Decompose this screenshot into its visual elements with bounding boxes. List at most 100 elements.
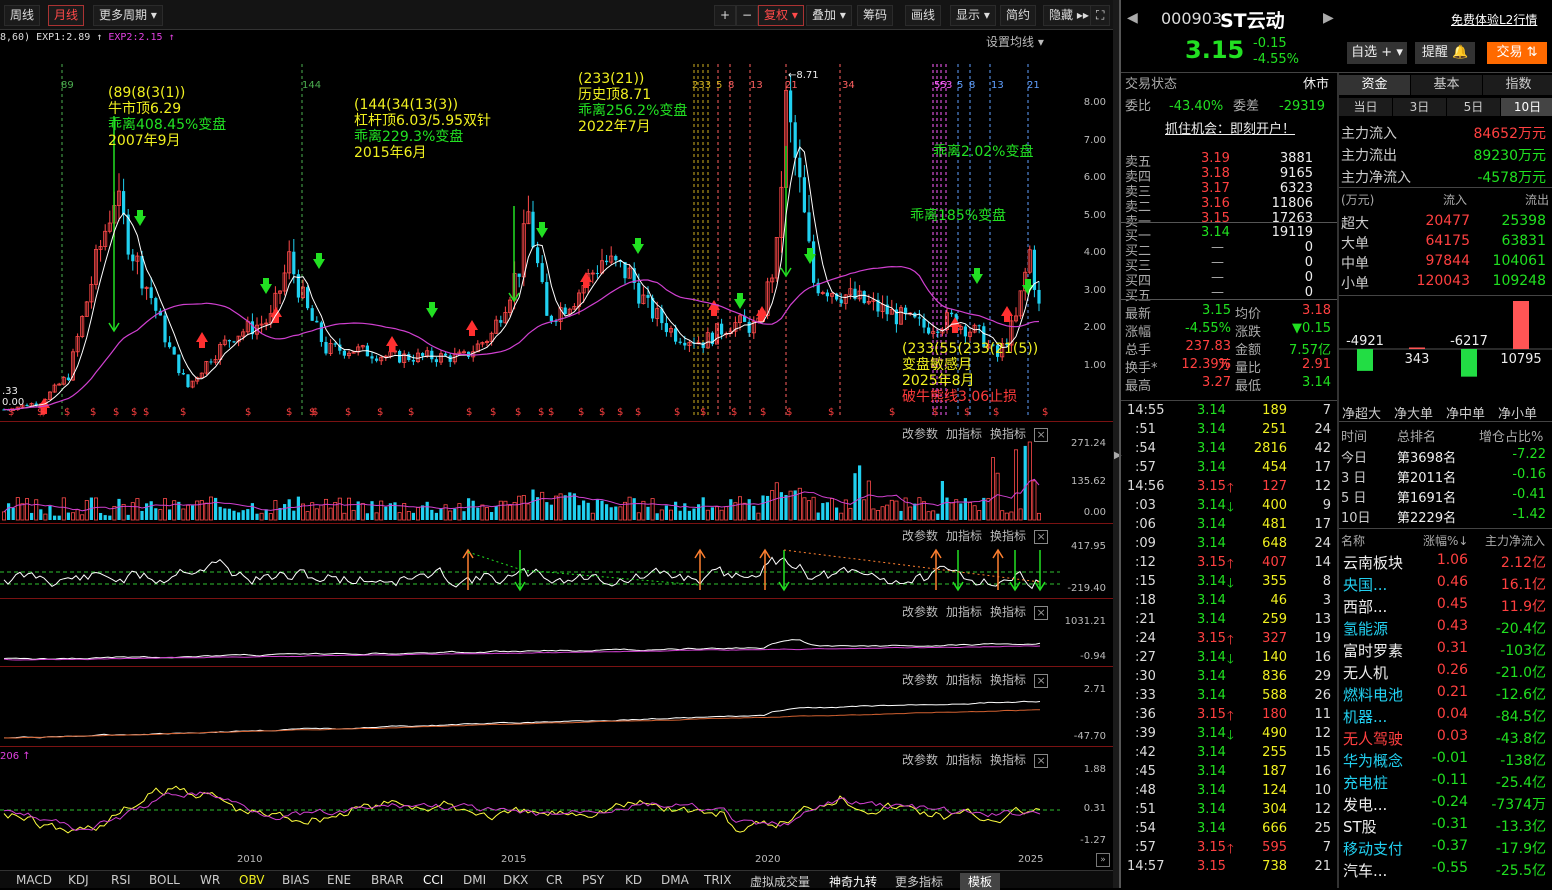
candle-body bbox=[563, 307, 567, 314]
zoom-in-button[interactable]: + bbox=[714, 5, 737, 26]
next-stock-icon[interactable]: ▶ bbox=[1323, 10, 1334, 26]
fullscreen-icon[interactable]: ⛶ bbox=[1090, 5, 1111, 26]
sector-name[interactable]: 发电... bbox=[1343, 794, 1387, 815]
signal-dollar-icon: $ bbox=[8, 407, 14, 418]
period-10d[interactable]: 10日 bbox=[1501, 98, 1552, 116]
sector-name[interactable]: 充电桩 bbox=[1343, 772, 1388, 793]
display-dropdown[interactable]: 显示 ▾ bbox=[950, 5, 996, 26]
sector-name[interactable]: 西部... bbox=[1343, 596, 1387, 617]
tab-funds[interactable]: 资金 bbox=[1339, 75, 1410, 95]
tab-psy[interactable]: PSY bbox=[582, 873, 604, 887]
volume-bar bbox=[590, 512, 595, 521]
tab-cci[interactable]: CCI bbox=[423, 873, 443, 887]
tick-time: :18 bbox=[1135, 593, 1156, 608]
sector-pct: -0.01 bbox=[1431, 750, 1468, 766]
tick-volume: 140 bbox=[1262, 650, 1287, 665]
sector-flow: -12.6亿 bbox=[1495, 687, 1546, 703]
tab-cr[interactable]: CR bbox=[546, 873, 563, 887]
tab-more-indicators[interactable]: 更多指标 bbox=[895, 873, 943, 890]
tab-magic-nine[interactable]: 神奇九转 bbox=[829, 873, 877, 890]
sector-name[interactable]: 机器... bbox=[1343, 706, 1387, 727]
tab-dma[interactable]: DMA bbox=[661, 873, 689, 887]
overlay-dropdown[interactable]: 叠加 ▾ bbox=[806, 5, 852, 26]
change-indicator-link[interactable]: 换指标 bbox=[990, 427, 1026, 441]
period-5d[interactable]: 5日 bbox=[1447, 98, 1500, 116]
hide-panel-button[interactable]: 隐藏 ▸▸ bbox=[1043, 5, 1095, 26]
bid-price: — bbox=[1211, 285, 1224, 300]
tab-kd[interactable]: KD bbox=[625, 873, 642, 887]
sector-name[interactable]: ST股 bbox=[1343, 816, 1377, 837]
period-3d[interactable]: 3日 bbox=[1393, 98, 1446, 116]
tick-count: 17 bbox=[1314, 517, 1331, 532]
sector-name[interactable]: 燃料电池 bbox=[1343, 684, 1403, 705]
trade-button[interactable]: 交易 ⇅ bbox=[1487, 42, 1547, 64]
tab-template[interactable]: 模板 bbox=[960, 873, 1001, 890]
cci-chart bbox=[0, 548, 1060, 592]
divider bbox=[0, 421, 1113, 422]
period-week-button[interactable]: 周线 bbox=[4, 5, 41, 26]
tick-price: 3.14 bbox=[1197, 821, 1226, 836]
sector-name[interactable]: 汽车... bbox=[1343, 860, 1387, 881]
scroll-right-icon[interactable]: » bbox=[1096, 853, 1110, 867]
sector-name[interactable]: 无人机 bbox=[1343, 662, 1388, 683]
more-period-dropdown[interactable]: 更多周期 ▾ bbox=[93, 5, 163, 26]
signal-dollar-icon: $ bbox=[1042, 407, 1048, 418]
volume-bar bbox=[283, 504, 287, 520]
tab-wr[interactable]: WR bbox=[200, 873, 220, 887]
period-today[interactable]: 当日 bbox=[1339, 98, 1392, 116]
flow-value: -4578万元 bbox=[1477, 170, 1546, 186]
tick-price: 3.14 bbox=[1197, 745, 1226, 760]
ann-fib: (144(34(13(3)) bbox=[354, 97, 459, 113]
tab-obv[interactable]: OBV bbox=[239, 873, 265, 887]
tab-macd[interactable]: MACD bbox=[16, 873, 52, 887]
tab-kdj[interactable]: KDJ bbox=[68, 873, 89, 887]
sector-head: 名称 bbox=[1341, 534, 1366, 548]
volume-bar bbox=[232, 510, 236, 520]
open-account-banner[interactable]: 抓住机会：即刻开户！ bbox=[1165, 122, 1295, 138]
tab-bias[interactable]: BIAS bbox=[282, 873, 310, 887]
zoom-out-button[interactable]: − bbox=[736, 5, 759, 26]
prev-stock-icon[interactable]: ◀ bbox=[1127, 10, 1138, 26]
sector-name[interactable]: 华为概念 bbox=[1343, 750, 1403, 771]
volume-bar bbox=[982, 497, 986, 520]
restore-rights-dropdown[interactable]: 复权 ▾ bbox=[758, 5, 804, 26]
volume-bar bbox=[605, 504, 609, 520]
tab-basic[interactable]: 基本 bbox=[1411, 75, 1482, 95]
tick-list[interactable]: 14:55 3.14 189 7:51 3.14 251 24:54 3.14 2816 42:5… bbox=[1121, 400, 1337, 888]
chips-button[interactable]: 筹码 bbox=[857, 5, 894, 26]
tab-dmi[interactable]: DMI bbox=[463, 873, 486, 887]
indicator-chart-4 bbox=[3, 700, 1041, 739]
l2-promo-link[interactable]: 免费体验L2行情 bbox=[1451, 11, 1537, 28]
flow-out: 109248 bbox=[1492, 273, 1546, 289]
volume-bar bbox=[876, 510, 881, 521]
tab-ene[interactable]: ENE bbox=[327, 873, 351, 887]
tab-rsi[interactable]: RSI bbox=[111, 873, 131, 887]
tab-dkx[interactable]: DKX bbox=[503, 873, 528, 887]
volume-bar bbox=[323, 498, 328, 521]
period-month-button[interactable]: 月线 bbox=[48, 5, 85, 26]
tab-trix[interactable]: TRIX bbox=[704, 873, 731, 887]
tab-brar[interactable]: BRAR bbox=[371, 873, 404, 887]
sector-name[interactable]: 氢能源 bbox=[1343, 618, 1388, 639]
add-indicator-link[interactable]: 加指标 bbox=[946, 427, 982, 441]
sector-name[interactable]: 云南板块 bbox=[1343, 552, 1403, 573]
rank-value: 第2229名 bbox=[1397, 511, 1457, 526]
volume-bar bbox=[168, 509, 172, 520]
draw-line-button[interactable]: 画线 bbox=[905, 5, 942, 26]
sector-name[interactable]: 央国... bbox=[1343, 574, 1387, 595]
net-flow-name: 净大单 bbox=[1394, 407, 1434, 422]
tab-virtual-volume[interactable]: 虚拟成交量 bbox=[750, 873, 810, 890]
simple-mode-button[interactable]: 简约 bbox=[1000, 5, 1037, 26]
tab-index[interactable]: 指数 bbox=[1483, 75, 1552, 95]
sector-name[interactable]: 移动支付 bbox=[1343, 838, 1403, 859]
edit-params-link[interactable]: 改参数 bbox=[902, 427, 938, 441]
sector-name[interactable]: 无人驾驶 bbox=[1343, 728, 1403, 749]
alert-button[interactable]: 提醒 🔔 bbox=[1415, 42, 1475, 64]
sector-flow: 11.9亿 bbox=[1500, 599, 1546, 615]
candle-body bbox=[812, 241, 816, 283]
tab-boll[interactable]: BOLL bbox=[149, 873, 180, 887]
add-watchlist-button[interactable]: 自选 + ▾ bbox=[1347, 42, 1407, 64]
volume-bar bbox=[595, 499, 599, 520]
sector-name[interactable]: 富时罗素 bbox=[1343, 640, 1403, 661]
sector-pct: 0.45 bbox=[1436, 596, 1468, 612]
